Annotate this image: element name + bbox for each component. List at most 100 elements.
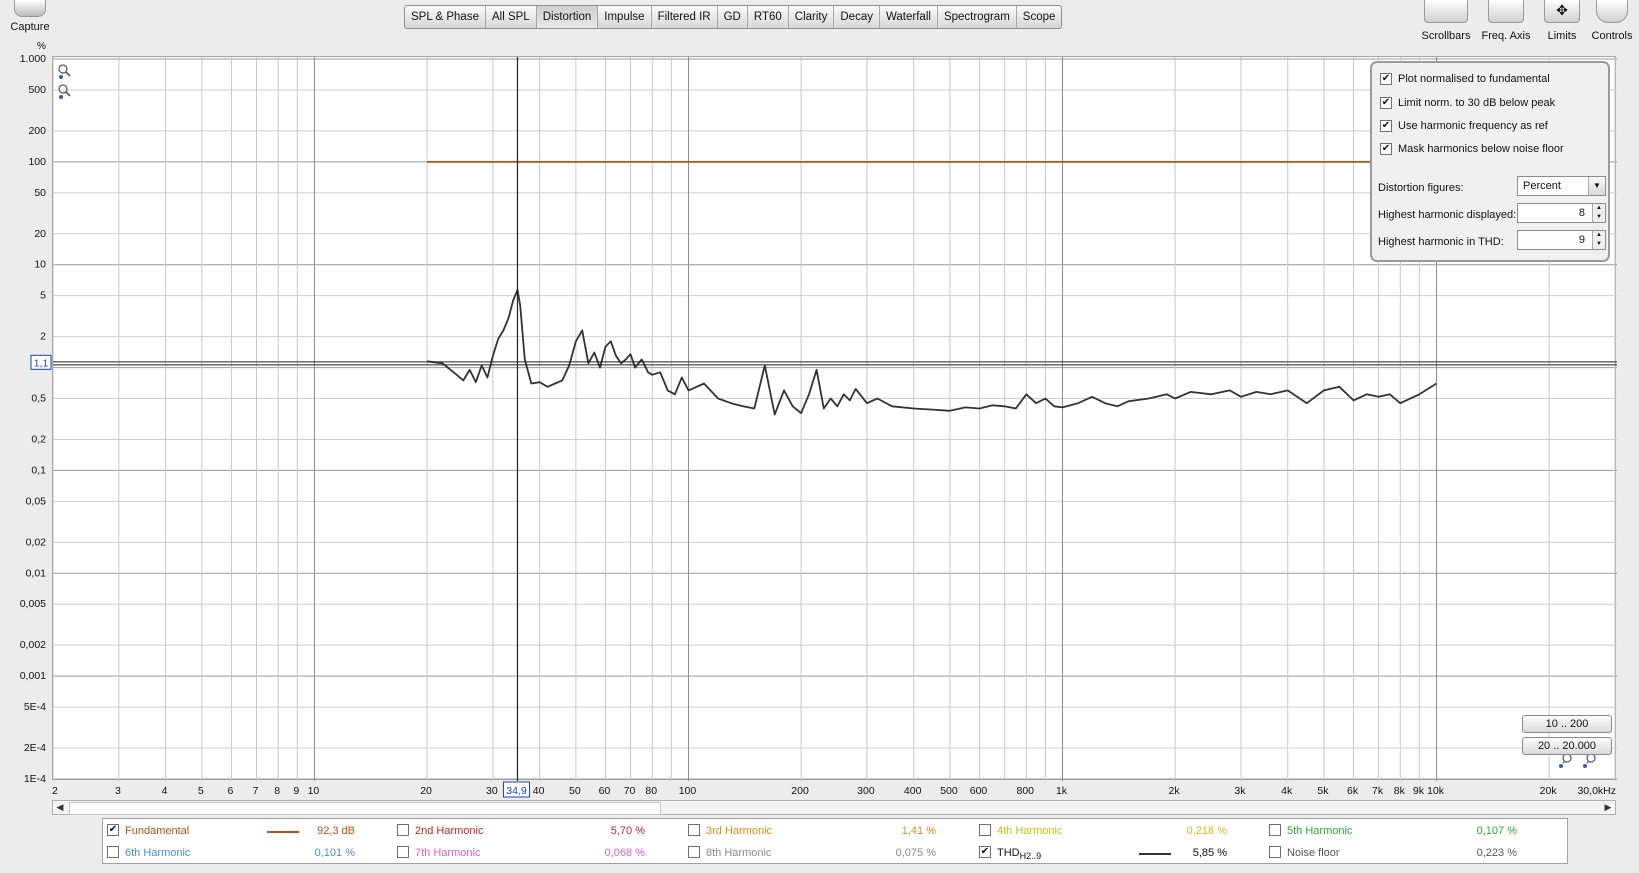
legend-checkbox[interactable] [1269, 824, 1281, 836]
mask-harmonics-checkbox[interactable]: ✔ Mask harmonics below noise floor [1380, 143, 1564, 156]
legend-value: 0,101 % [314, 847, 355, 859]
x-tick-label: 200 [791, 785, 809, 797]
legend-checkbox[interactable] [107, 846, 119, 858]
x-tick-label: 3k [1234, 785, 1246, 797]
view-tabs: SPL & Phase All SPL Distortion Impulse Filte… [404, 5, 1063, 29]
legend-value: 1,41 % [901, 825, 936, 837]
legend-value: 5,85 % [1192, 847, 1227, 859]
spin-down-icon[interactable]: ▼ [1592, 213, 1605, 222]
checkbox-icon[interactable]: ✔ [1380, 120, 1392, 133]
y-tick-label: 0,01 [26, 567, 47, 579]
zoom-handle [65, 71, 71, 77]
spin-up-icon[interactable]: ▲ [1592, 231, 1605, 240]
horizontal-scrollbar[interactable]: ◀ ▶ [52, 800, 1616, 815]
zoom-out-icon [1583, 753, 1596, 768]
legend-checkbox[interactable] [979, 824, 991, 836]
tab-clarity[interactable]: Clarity [789, 6, 835, 28]
range-10-200-button[interactable]: 10 .. 200 [1522, 715, 1612, 733]
x-tick-label: 10k [1427, 785, 1445, 797]
x-tick-label: 30 [486, 785, 498, 797]
tab-waterfall[interactable]: Waterfall [880, 6, 938, 28]
tab-gd[interactable]: GD [718, 6, 748, 28]
checkbox-icon[interactable]: ✔ [1380, 97, 1392, 110]
y-tick-label: 0,05 [26, 495, 47, 507]
limits-button[interactable]: ✥ Limits [1540, 0, 1584, 42]
tab-decay[interactable]: Decay [834, 6, 880, 28]
limit-norm-checkbox[interactable]: ✔ Limit norm. to 30 dB below peak [1380, 97, 1555, 110]
x-tick-label: 50 [569, 785, 581, 797]
highest-thd-spinner[interactable]: 9 ▲ ▼ [1517, 230, 1606, 250]
controls-button[interactable]: Controls [1588, 0, 1636, 42]
tab-impulse[interactable]: Impulse [598, 6, 652, 28]
x-tick-label: 4k [1281, 785, 1293, 797]
legend-checkbox[interactable]: ✔ [107, 824, 119, 836]
tab-rt60[interactable]: RT60 [748, 6, 789, 28]
gear-icon [1596, 0, 1628, 23]
spin-up-icon[interactable]: ▲ [1592, 204, 1605, 213]
legend-label: Noise floor [1287, 847, 1340, 859]
y-tick-label: 20 [34, 228, 46, 240]
zoom-dot [1583, 764, 1587, 768]
tab-all-spl[interactable]: All SPL [486, 6, 537, 28]
x-tick-label: 6 [228, 785, 234, 797]
chevron-down-icon[interactable]: ▼ [1588, 177, 1605, 195]
y-tick-label: 10 [34, 259, 46, 271]
checkbox-icon[interactable]: ✔ [1380, 143, 1392, 156]
y-tick-label: 100 [28, 156, 46, 168]
freq-axis-button[interactable]: Freq. Axis [1478, 0, 1534, 42]
capture-button[interactable]: Capture [6, 0, 54, 33]
legend-checkbox[interactable] [688, 824, 700, 836]
legend-checkbox[interactable] [1269, 846, 1281, 858]
x-tick-label: 5k [1317, 785, 1329, 797]
y-tick-label: 0,2 [31, 433, 46, 445]
zoom-lens [58, 64, 68, 74]
x-tick-label: 5 [198, 785, 204, 797]
legend-label: 2nd Harmonic [415, 825, 484, 837]
tab-spl-phase[interactable]: SPL & Phase [405, 6, 486, 28]
y-tick-label: 200 [28, 125, 46, 137]
legend-label: 8th Harmonic [706, 847, 772, 859]
legend-label-subscript: H2..9 [1019, 851, 1042, 862]
highest-thd-label: Highest harmonic in THD: [1378, 236, 1504, 248]
spin-down-icon[interactable]: ▼ [1592, 240, 1605, 249]
legend-panel: ✔ Fundamental 92,3 dB 2nd Harmonic 5,70 % 3rd… [102, 818, 1568, 864]
harmonic-ref-checkbox[interactable]: ✔ Use harmonic frequency as ref [1380, 120, 1548, 133]
distortion-controls-panel: ✔ Plot normalised to fundamental ✔ Limit n… [1370, 61, 1610, 262]
checkbox-icon[interactable]: ✔ [1380, 73, 1392, 86]
x-tick-label: 3 [115, 785, 121, 797]
zoom-dot [1559, 764, 1563, 768]
x-tick-label: 60 [599, 785, 611, 797]
y-tick-label: 0,02 [26, 536, 47, 548]
x-tick-label: 30,0kHz [1577, 785, 1616, 797]
highest-displayed-spinner[interactable]: 8 ▲ ▼ [1517, 203, 1606, 223]
plot-normalised-checkbox[interactable]: ✔ Plot normalised to fundamental [1380, 73, 1550, 86]
zoom-lens [1586, 753, 1596, 763]
legend-value: 0,218 % [1186, 825, 1227, 837]
x-tick-label: 10 [308, 785, 320, 797]
range-20-20000-button[interactable]: 20 .. 20.000 [1522, 737, 1612, 755]
tab-filtered-ir[interactable]: Filtered IR [652, 6, 718, 28]
scroll-left-icon[interactable]: ◀ [53, 801, 67, 814]
tab-scope[interactable]: Scope [1017, 6, 1062, 28]
y-tick-label: 1.000 [20, 53, 46, 65]
legend-checkbox[interactable]: ✔ [979, 846, 991, 858]
cursor-x-label: 34,9 [506, 785, 527, 797]
scrollbars-button[interactable]: Scrollbars [1411, 0, 1481, 42]
scroll-right-icon[interactable]: ▶ [1601, 801, 1615, 814]
legend-value: 92,3 dB [317, 825, 355, 837]
x-tick-label: 7 [253, 785, 259, 797]
distortion-figures-select[interactable]: Percent ▼ [1517, 176, 1606, 196]
y-tick-label: 0,001 [20, 670, 46, 682]
legend-checkbox[interactable] [397, 824, 409, 836]
tab-distortion[interactable]: Distortion [536, 6, 599, 28]
x-tick-label: 6k [1347, 785, 1359, 797]
scroll-thumb[interactable] [69, 802, 661, 815]
legend-checkbox[interactable] [688, 846, 700, 858]
tab-spectrogram[interactable]: Spectrogram [938, 6, 1017, 28]
legend-checkbox[interactable] [397, 846, 409, 858]
y-tick-label: 5E-4 [24, 701, 46, 713]
legend-label: 6th Harmonic [125, 847, 191, 859]
legend-label: THDH2..9 [997, 847, 1042, 862]
legend-value: 5,70 % [610, 825, 645, 837]
x-tick-label: 300 [857, 785, 875, 797]
